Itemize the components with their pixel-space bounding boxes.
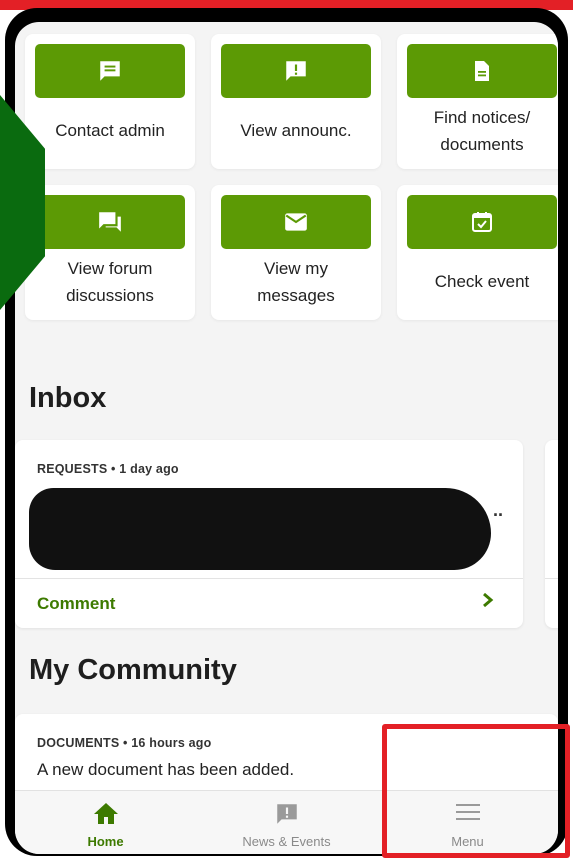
card-text: A new document has been added. <box>37 760 295 779</box>
redacted-content <box>29 488 491 570</box>
tile-check-event[interactable]: Check event <box>397 185 558 320</box>
home-icon <box>15 801 196 825</box>
tile-label: View forum discussions <box>66 258 154 305</box>
tile-label: View my messages <box>257 258 335 305</box>
envelope-icon <box>221 195 371 249</box>
chevron-right-icon[interactable] <box>481 592 495 613</box>
card-meta: DOCUMENTS • 16 hours ago <box>37 736 212 750</box>
tab-news-events[interactable]: News & Events <box>196 791 377 854</box>
tile-label: Contact admin <box>55 121 165 140</box>
card-meta: REQUESTS • 1 day ago <box>37 462 179 476</box>
tab-home[interactable]: Home <box>15 791 196 854</box>
comment-link[interactable]: Comment <box>37 594 115 614</box>
inbox-card-next[interactable] <box>545 440 558 628</box>
tab-label: News & Events <box>242 834 331 849</box>
tile-label: Check event <box>434 272 530 291</box>
news-alert-icon <box>196 801 377 827</box>
inbox-card[interactable]: REQUESTS • 1 day ago .. Comment <box>15 440 523 628</box>
inbox-heading: Inbox <box>29 382 107 414</box>
calendar-check-icon <box>407 195 557 249</box>
tile-view-messages[interactable]: View my messages <box>211 185 381 320</box>
tile-forum-discussions[interactable]: View forum discussions <box>25 185 195 320</box>
tile-view-announcements[interactable]: View announc. <box>211 34 381 169</box>
forum-icon <box>35 195 185 249</box>
tile-contact-admin[interactable]: Contact admin <box>25 34 195 169</box>
tab-label: Home <box>87 834 124 849</box>
document-icon <box>407 44 557 98</box>
card-divider <box>545 578 558 579</box>
message-square-icon <box>35 44 185 98</box>
tile-label: Find notices/ documents <box>433 107 531 154</box>
menu-highlight-box <box>382 724 570 858</box>
more-dots: .. <box>493 500 504 520</box>
tile-label: View announc. <box>240 121 352 140</box>
tile-find-notices[interactable]: Find notices/ documents <box>397 34 558 169</box>
card-divider <box>15 578 523 579</box>
alert-message-icon <box>221 44 371 98</box>
community-heading: My Community <box>29 654 237 686</box>
